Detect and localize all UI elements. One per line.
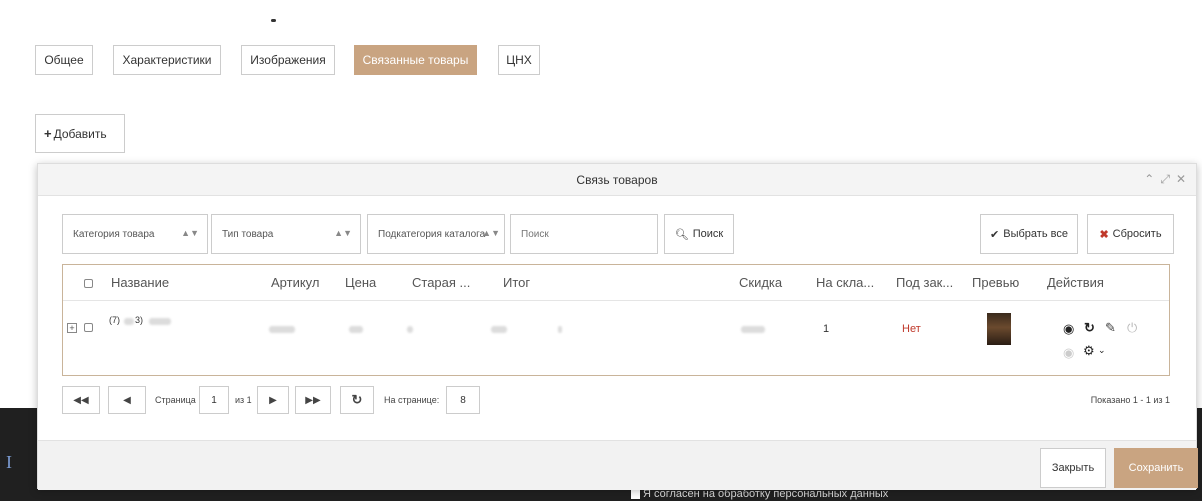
next-page-button[interactable]: ▶ bbox=[257, 386, 289, 414]
sort-arrows-icon: ▲▼ bbox=[334, 228, 352, 238]
power-icon[interactable]: ⏻ bbox=[1127, 320, 1137, 336]
subcategory-select[interactable]: Подкатегория каталога ▲▼ bbox=[367, 214, 505, 254]
tab-characteristics[interactable]: Характеристики bbox=[113, 45, 221, 75]
left-icon: ◀ bbox=[123, 394, 131, 406]
first-page-button[interactable]: ◀◀ bbox=[62, 386, 100, 414]
stock-value: 1 bbox=[823, 323, 830, 335]
save-button[interactable]: Сохранить bbox=[1114, 448, 1198, 488]
right-icon: ▶ bbox=[269, 394, 277, 406]
check-icon: ✔ bbox=[990, 228, 1000, 241]
search-button[interactable]: 🔍︎ Поиск bbox=[664, 214, 734, 254]
on-order-value: Нет bbox=[902, 323, 921, 335]
shown-count: Показано 1 - 1 из 1 bbox=[1090, 395, 1170, 405]
redacted-price bbox=[349, 326, 363, 333]
chevron-up-icon[interactable]: ⌃ bbox=[1144, 172, 1154, 187]
tab-images[interactable]: Изображения bbox=[241, 45, 335, 75]
expand-row-icon[interactable]: + bbox=[67, 323, 77, 333]
related-products-modal: Связь товаров ⌃ ⤢ ✕ Категория товара ▲▼ … bbox=[37, 163, 1198, 490]
product-name-suffix: 3) bbox=[135, 315, 144, 325]
sort-arrows-icon: ▲▼ bbox=[181, 228, 199, 238]
table-row[interactable]: + (7) 3) 1 Нет ◉ ↻ ✎ ⏻ ◉ ⚙︎ ⌄ bbox=[63, 301, 1169, 377]
page-count: из 1 bbox=[235, 395, 252, 405]
double-left-icon: ◀◀ bbox=[73, 394, 89, 406]
redacted-sku bbox=[269, 326, 295, 333]
preview-thumbnail[interactable] bbox=[987, 313, 1011, 345]
redacted-total bbox=[491, 326, 507, 333]
redacted-old-price bbox=[407, 326, 413, 333]
modal-header: Связь товаров ⌃ ⤢ ✕ bbox=[38, 164, 1196, 196]
search-icon: 🔍︎ bbox=[674, 228, 689, 241]
per-page-label: На странице: bbox=[384, 395, 440, 405]
chevron-down-icon[interactable]: ⌄ bbox=[1098, 345, 1106, 356]
column-actions: Действия bbox=[1047, 275, 1104, 290]
products-grid: Название Артикул Цена Старая ... Итог Ск… bbox=[62, 264, 1170, 376]
per-page-input[interactable] bbox=[446, 386, 480, 414]
column-on-order[interactable]: Под зак... bbox=[896, 275, 953, 290]
checkbox-icon bbox=[631, 489, 640, 499]
page-label: Страница bbox=[155, 395, 196, 405]
select-all-checkbox[interactable] bbox=[84, 279, 93, 288]
add-button[interactable]: + Добавить bbox=[35, 114, 125, 153]
edit-icon[interactable]: ✎ bbox=[1105, 320, 1116, 336]
times-icon: ✖ bbox=[1099, 228, 1109, 241]
add-button-label: Добавить bbox=[53, 126, 107, 141]
row-checkbox[interactable] bbox=[84, 323, 93, 332]
redacted-discount bbox=[741, 326, 765, 333]
category-select-label: Категория товара bbox=[73, 228, 155, 240]
last-page-button[interactable]: ▶▶ bbox=[295, 386, 331, 414]
type-select[interactable]: Тип товара ▲▼ bbox=[211, 214, 361, 254]
modal-title: Связь товаров bbox=[576, 173, 658, 187]
column-old-price[interactable]: Старая ... bbox=[412, 275, 470, 290]
background-letter: I bbox=[6, 452, 12, 472]
column-sku[interactable]: Артикул bbox=[271, 275, 319, 290]
decorative-mark bbox=[271, 19, 276, 22]
close-icon[interactable]: ✕ bbox=[1176, 172, 1186, 187]
product-name-prefix: (7) bbox=[109, 315, 120, 325]
pager: ◀◀ ◀ Страница из 1 ▶ ▶▶ ↻ На странице: П… bbox=[62, 386, 1170, 416]
sort-arrows-icon: ▲▼ bbox=[482, 228, 500, 238]
select-all-label: Выбрать все bbox=[1003, 228, 1068, 240]
reload-button[interactable]: ↻ bbox=[340, 386, 374, 414]
refresh-icon[interactable]: ↻ bbox=[1084, 320, 1095, 336]
plus-icon: + bbox=[44, 126, 52, 141]
close-button[interactable]: Закрыть bbox=[1040, 448, 1106, 488]
prev-page-button[interactable]: ◀ bbox=[108, 386, 146, 414]
reset-button[interactable]: ✖ Сбросить bbox=[1087, 214, 1174, 254]
column-total[interactable]: Итог bbox=[503, 275, 530, 290]
redacted-name bbox=[149, 318, 171, 325]
eye-icon[interactable]: ◉ bbox=[1063, 321, 1074, 337]
column-preview[interactable]: Превью bbox=[972, 275, 1019, 290]
tab-cnh[interactable]: ЦНХ bbox=[498, 45, 540, 75]
redacted-total-extra bbox=[558, 326, 562, 333]
gear-icon[interactable]: ⚙︎ bbox=[1083, 343, 1095, 359]
column-name[interactable]: Название bbox=[111, 275, 169, 290]
reset-button-label: Сбросить bbox=[1112, 228, 1162, 240]
column-stock[interactable]: На скла... bbox=[816, 275, 874, 290]
redacted-name bbox=[124, 318, 134, 325]
category-select[interactable]: Категория товара ▲▼ bbox=[62, 214, 208, 254]
page-input[interactable] bbox=[199, 386, 229, 414]
column-discount[interactable]: Скидка bbox=[739, 275, 782, 290]
grid-header: Название Артикул Цена Старая ... Итог Ск… bbox=[63, 265, 1169, 301]
eye-disabled-icon: ◉ bbox=[1063, 345, 1075, 360]
type-select-label: Тип товара bbox=[222, 228, 274, 240]
tab-general[interactable]: Общее bbox=[35, 45, 93, 75]
double-right-icon: ▶▶ bbox=[305, 394, 321, 406]
subcategory-select-label: Подкатегория каталога bbox=[378, 228, 486, 240]
search-button-label: Поиск bbox=[692, 228, 724, 240]
window-controls: ⌃ ⤢ ✕ bbox=[1144, 172, 1186, 187]
column-price[interactable]: Цена bbox=[345, 275, 376, 290]
reload-icon: ↻ bbox=[351, 392, 363, 407]
select-all-button[interactable]: ✔ Выбрать все bbox=[980, 214, 1078, 254]
modal-footer: Закрыть Сохранить bbox=[38, 440, 1198, 490]
expand-icon[interactable]: ⤢ bbox=[1160, 172, 1170, 187]
search-input[interactable] bbox=[510, 214, 658, 254]
tab-related-products[interactable]: Связанные товары bbox=[354, 45, 477, 75]
